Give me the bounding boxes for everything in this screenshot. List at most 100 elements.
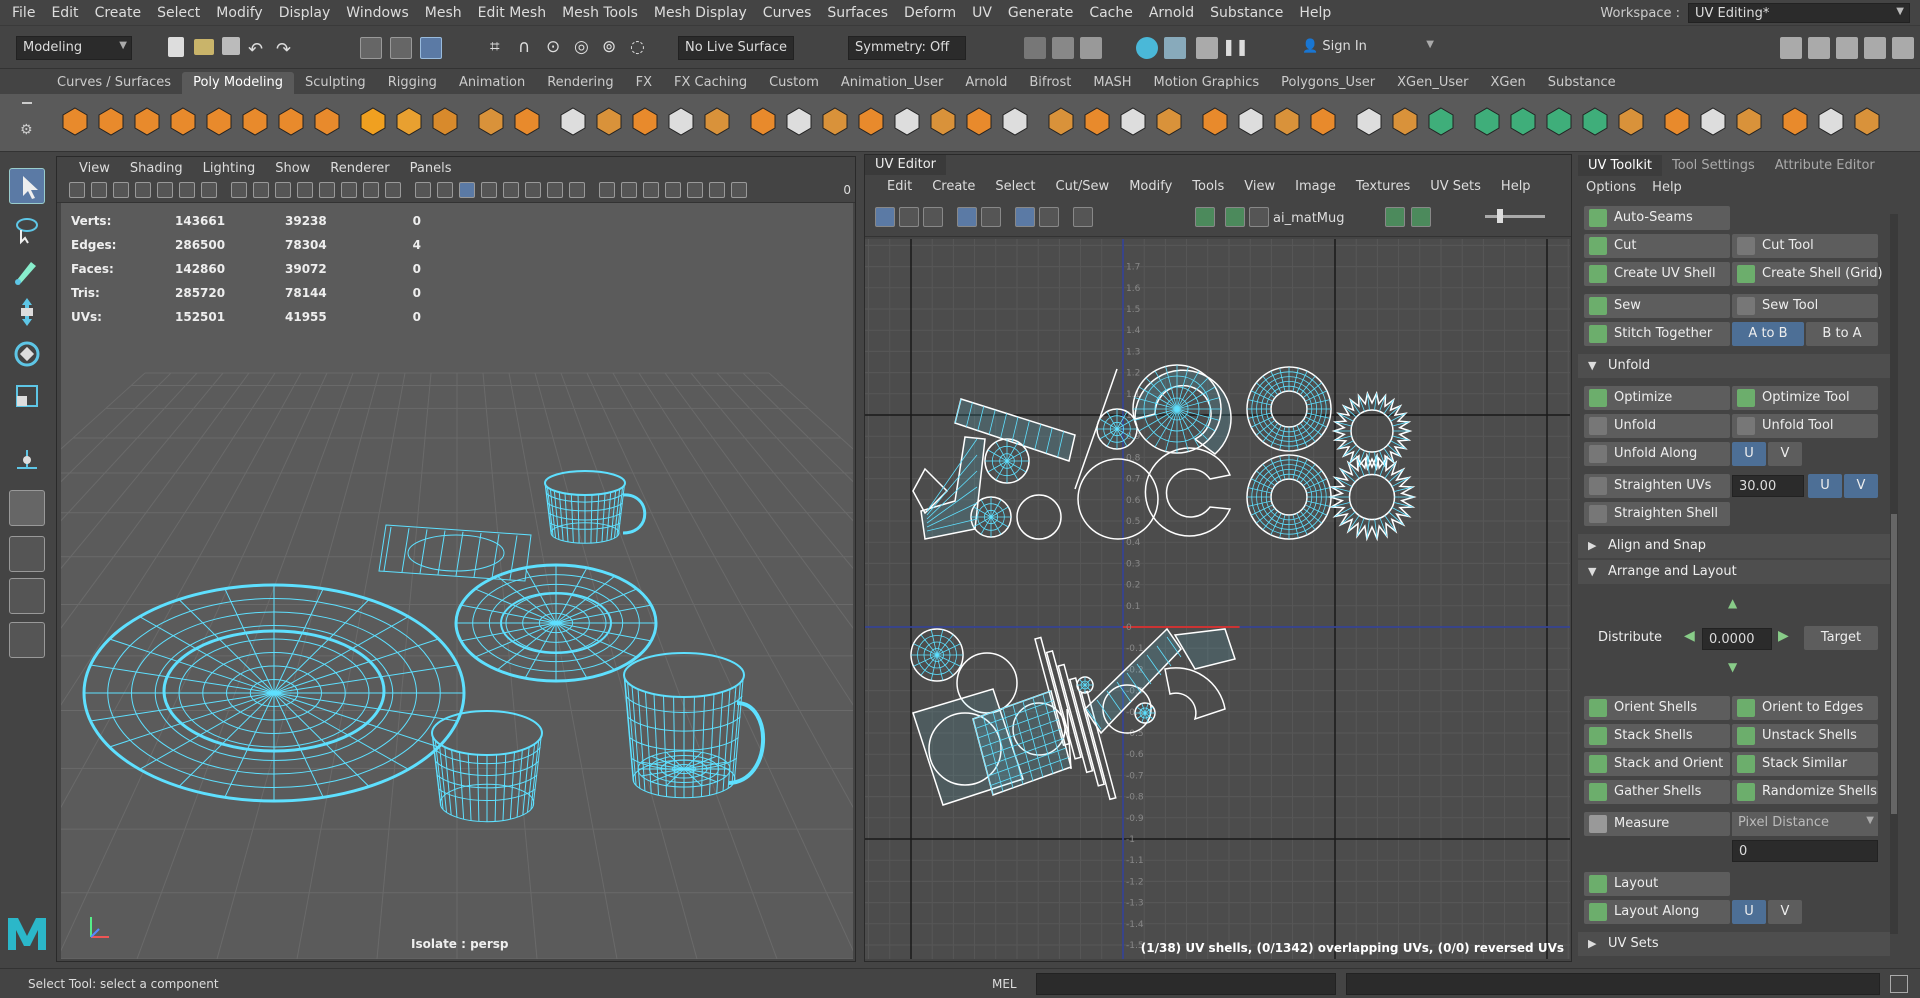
- quad-draw-icon[interactable]: [926, 104, 960, 138]
- script-language-toggle[interactable]: MEL: [992, 977, 1017, 991]
- shelf-tab-rigging[interactable]: Rigging: [377, 72, 448, 94]
- scale-tool-icon[interactable]: [9, 378, 45, 414]
- target-button[interactable]: Target: [1804, 626, 1878, 650]
- pivot-icon[interactable]: [1352, 104, 1386, 138]
- viewport-tool-29-icon[interactable]: [731, 182, 747, 198]
- uv-brightness-slider[interactable]: [1485, 215, 1545, 218]
- viewport-menu-show[interactable]: Show: [265, 161, 320, 176]
- viewport-tool-28-icon[interactable]: [709, 182, 725, 198]
- viewport-tool-17-icon[interactable]: [459, 182, 475, 198]
- viewport-tool-3-icon[interactable]: [135, 182, 151, 198]
- layout-along-button[interactable]: Layout Along: [1584, 900, 1730, 924]
- uv-toolkit-scrollbar[interactable]: [1890, 214, 1898, 934]
- menu-file[interactable]: File: [4, 5, 43, 21]
- cut-uv-icon[interactable]: [1152, 104, 1186, 138]
- attribute-editor-icon[interactable]: [1808, 37, 1830, 59]
- menu-modify[interactable]: Modify: [208, 5, 270, 21]
- outliner-icon[interactable]: [1892, 37, 1914, 59]
- randomize-shells-button[interactable]: Randomize Shells: [1732, 780, 1878, 804]
- pause-icon[interactable]: ❚❚: [1222, 37, 1249, 59]
- distribute-down-icon[interactable]: ▼: [1728, 660, 1737, 674]
- uv-editor-icon[interactable]: [1080, 104, 1114, 138]
- lattice-icon[interactable]: [1470, 104, 1504, 138]
- viewport-3d[interactable]: Verts: 143661 39238 0 Edges: 286500 78304 4 Face…: [61, 203, 853, 959]
- open-scene-icon[interactable]: [194, 39, 214, 55]
- last-tool-icon[interactable]: [9, 442, 45, 478]
- shelf-tab-xgen-user[interactable]: XGen_User: [1386, 72, 1479, 94]
- distribute-left-icon[interactable]: ◀: [1684, 628, 1695, 644]
- shelf-tab-rendering[interactable]: Rendering: [536, 72, 624, 94]
- new-scene-icon[interactable]: [168, 37, 184, 57]
- menu-deform[interactable]: Deform: [896, 5, 964, 21]
- cut-tool-button[interactable]: Cut Tool: [1732, 234, 1878, 258]
- measure-mode-dropdown[interactable]: Pixel Distance ▼: [1732, 812, 1878, 836]
- menu-edit-mesh[interactable]: Edit Mesh: [470, 5, 554, 21]
- shelf-tab-substance[interactable]: Substance: [1537, 72, 1627, 94]
- knife-icon[interactable]: [1696, 104, 1730, 138]
- channel-box-icon[interactable]: [1864, 37, 1886, 59]
- gather-shells-button[interactable]: Gather Shells: [1584, 780, 1730, 804]
- menu-help[interactable]: Help: [1291, 5, 1339, 21]
- viewport-tool-20-icon[interactable]: [525, 182, 541, 198]
- uv-menu-cut-sew[interactable]: Cut/Sew: [1046, 179, 1120, 194]
- paint-icon[interactable]: [1506, 104, 1540, 138]
- cut-button[interactable]: Cut: [1584, 234, 1730, 258]
- sew-button[interactable]: Sew: [1584, 294, 1730, 318]
- viewport-tool-0-icon[interactable]: [69, 182, 85, 198]
- target-weld-icon[interactable]: [818, 104, 852, 138]
- viewport-tool-12-icon[interactable]: [341, 182, 357, 198]
- unstack-shells-button[interactable]: Unstack Shells: [1732, 724, 1878, 748]
- viewport-tool-13-icon[interactable]: [363, 182, 379, 198]
- unfold-along-button[interactable]: Unfold Along: [1584, 442, 1730, 466]
- rotate-tool-icon[interactable]: [9, 336, 45, 372]
- soft-select-icon[interactable]: [1424, 104, 1458, 138]
- uv-material-label[interactable]: ai_matMug: [1273, 211, 1345, 226]
- uv-editor-tab[interactable]: UV Editor: [865, 155, 947, 175]
- tool-settings-icon[interactable]: [1836, 37, 1858, 59]
- poly-select-icon[interactable]: [1306, 104, 1340, 138]
- tab-attribute-editor[interactable]: Attribute Editor: [1765, 155, 1885, 176]
- type-icon[interactable]: [392, 104, 426, 138]
- menu-edit[interactable]: Edit: [43, 5, 86, 21]
- two-view-icon[interactable]: [9, 578, 45, 614]
- menu-arnold[interactable]: Arnold: [1141, 5, 1202, 21]
- uv-toolbar-1-icon[interactable]: [899, 207, 919, 227]
- shelf-tab-bifrost[interactable]: Bifrost: [1018, 72, 1082, 94]
- plane-icon[interactable]: [238, 104, 272, 138]
- uv-menu-uv-sets[interactable]: UV Sets: [1420, 179, 1491, 194]
- render-view-icon[interactable]: [1024, 37, 1046, 59]
- modeling-toolkit-icon[interactable]: [1780, 37, 1802, 59]
- uv-toolbar-5-icon[interactable]: [1015, 207, 1035, 227]
- torus-icon[interactable]: [202, 104, 236, 138]
- optimize-tool-button[interactable]: Optimize Tool: [1732, 386, 1878, 410]
- uv-toolbar-10-icon[interactable]: [1249, 207, 1269, 227]
- viewport-tool-21-icon[interactable]: [547, 182, 563, 198]
- viewport-menu-shading[interactable]: Shading: [120, 161, 193, 176]
- shelf-tab-animation[interactable]: Animation: [448, 72, 536, 94]
- layout-along-u-button[interactable]: U: [1732, 900, 1766, 924]
- uv-menu-create[interactable]: Create: [922, 179, 985, 194]
- unfold-section-header[interactable]: ▼ Unfold: [1578, 354, 1890, 378]
- bend-icon[interactable]: [1778, 104, 1812, 138]
- cube-icon[interactable]: [94, 104, 128, 138]
- viewport-menu-view[interactable]: View: [69, 161, 120, 176]
- viewport-tool-5-icon[interactable]: [179, 182, 195, 198]
- retopo-icon[interactable]: [1660, 104, 1694, 138]
- shelf-tab-arnold[interactable]: Arnold: [954, 72, 1018, 94]
- uv-toolkit-menu-options[interactable]: Options: [1578, 180, 1644, 195]
- viewport-tool-8-icon[interactable]: [253, 182, 269, 198]
- uv-toolbar-11-icon[interactable]: [1385, 207, 1405, 227]
- render-settings-icon[interactable]: [1136, 37, 1158, 59]
- shelf-tab-custom[interactable]: Custom: [758, 72, 830, 94]
- align-snap-section-header[interactable]: ▶ Align and Snap: [1578, 534, 1890, 558]
- cylinder-icon[interactable]: [130, 104, 164, 138]
- shelf-tab-motion-graphics[interactable]: Motion Graphics: [1143, 72, 1271, 94]
- viewport-tool-26-icon[interactable]: [665, 182, 681, 198]
- orient-shells-button[interactable]: Orient Shells: [1584, 696, 1730, 720]
- render-frame-icon[interactable]: [1052, 37, 1074, 59]
- append-icon[interactable]: [700, 104, 734, 138]
- menu-generate[interactable]: Generate: [1000, 5, 1081, 21]
- smooth-icon[interactable]: [556, 104, 590, 138]
- viewport-tool-23-icon[interactable]: [599, 182, 615, 198]
- paint-select-icon[interactable]: [9, 252, 45, 288]
